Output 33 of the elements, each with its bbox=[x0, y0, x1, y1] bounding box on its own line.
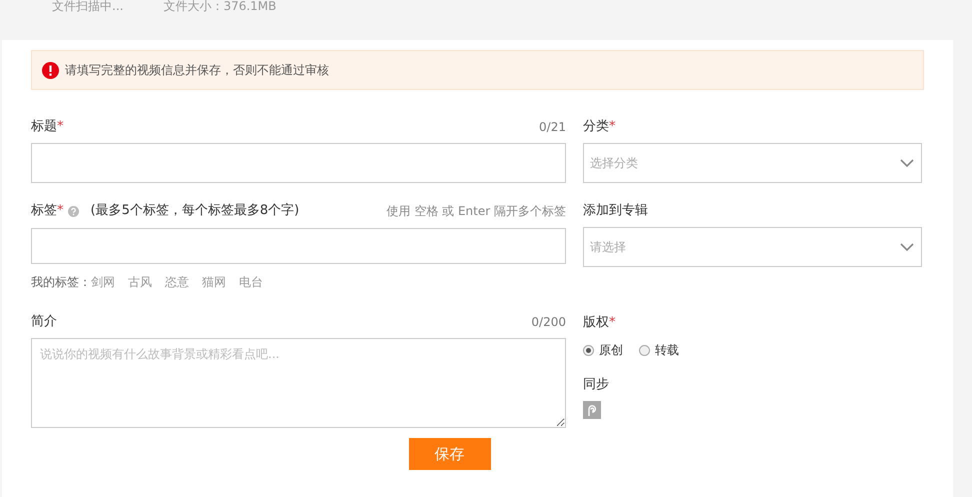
field-label: 版权* bbox=[583, 314, 616, 332]
field-label: 分类* bbox=[583, 118, 616, 136]
field-label: 添加到专辑 bbox=[583, 202, 648, 220]
field-label: 同步 bbox=[583, 376, 609, 394]
tag-link[interactable]: 恣意 bbox=[165, 273, 189, 291]
copyright-radio[interactable]: 转载 bbox=[639, 341, 679, 359]
char-counter: 0/200 bbox=[531, 314, 566, 331]
save-button[interactable]: 保存 bbox=[408, 438, 490, 470]
tags-tip: 使用 空格 或 Enter 隔开多个标签 bbox=[386, 203, 566, 220]
tag-link[interactable]: 电台 bbox=[239, 273, 263, 291]
tags-hint: (最多5个标签，每个标签最多8个字) bbox=[90, 202, 300, 220]
title-input[interactable] bbox=[31, 143, 566, 183]
category-select[interactable]: 选择分类 bbox=[583, 143, 922, 183]
field-label: 标题* bbox=[31, 118, 64, 136]
chevron-down-icon bbox=[900, 242, 914, 252]
intro-textarea[interactable]: 说说你的视频有什么故事背景或精彩看点吧... bbox=[31, 338, 566, 428]
share-icon[interactable] bbox=[583, 401, 601, 419]
tags-input[interactable] bbox=[31, 228, 566, 264]
chevron-down-icon bbox=[900, 158, 914, 168]
warning-icon bbox=[42, 62, 59, 78]
tag-link[interactable]: 猫网 bbox=[202, 273, 226, 291]
notice-text: 请填写完整的视频信息并保存，否则不能通过审核 bbox=[65, 62, 329, 79]
scan-status: 文件扫描中... bbox=[52, 0, 124, 15]
tag-link[interactable]: 古风 bbox=[128, 273, 152, 291]
album-select[interactable]: 请选择 bbox=[583, 227, 922, 267]
copyright-radio[interactable]: 原创 bbox=[583, 341, 623, 359]
field-label: 简介 bbox=[31, 313, 57, 331]
char-counter: 0/21 bbox=[539, 119, 566, 136]
tag-link[interactable]: 剑网 bbox=[91, 273, 115, 291]
help-icon[interactable] bbox=[68, 206, 78, 216]
field-label: 标签* bbox=[31, 202, 64, 220]
file-size: 文件大小：376.1MB bbox=[163, 0, 276, 15]
my-tags-label: 我的标签： bbox=[31, 274, 91, 291]
